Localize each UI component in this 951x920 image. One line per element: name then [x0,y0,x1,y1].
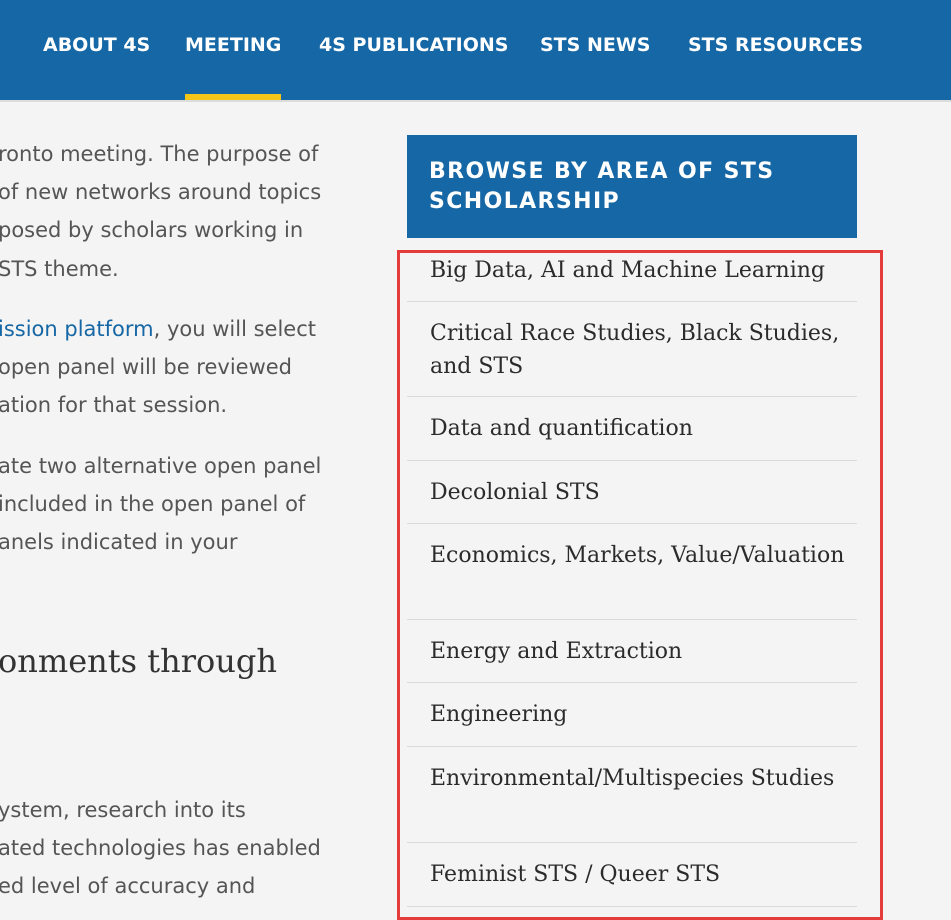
nav-4s-publications[interactable]: 4S PUBLICATIONS [319,0,508,100]
paragraph-line: included in the open panel of [0,492,306,516]
category-item-decolonial-sts[interactable]: Decolonial STS [407,461,857,524]
category-item-feminist-queer-sts[interactable]: Feminist STS / Queer STS [407,843,857,907]
top-navigation: ABOUT 4S MEETING 4S PUBLICATIONS STS NEW… [0,0,951,102]
category-item-big-data-ai[interactable]: Big Data, AI and Machine Learning [407,253,857,302]
paragraph-line: ate two alternative open panel [0,454,322,478]
section-heading: onments through [0,642,277,680]
category-item-energy-extraction[interactable]: Energy and Extraction [407,620,857,683]
paragraph-line: open panel will be reviewed [0,355,292,379]
nav-sts-news[interactable]: STS NEWS [540,0,650,100]
paragraph-line: ystem, research into its [0,798,246,822]
paragraph-line: ed level of accuracy and [0,874,256,898]
category-item-data-quantification[interactable]: Data and quantification [407,397,857,461]
nav-meeting[interactable]: MEETING [185,0,282,100]
paragraph-text: , you will select [153,317,316,341]
category-item-environmental-multispecies[interactable]: Environmental/Multispecies Studies [407,747,857,843]
category-item-economics-markets[interactable]: Economics, Markets, Value/Valuation [407,524,857,620]
paragraph-line: ation for that session. [0,393,228,417]
paragraph-line: posed by scholars working in [0,218,304,242]
submission-platform-link[interactable]: ission platform [0,317,154,341]
sidebar-title: BROWSE BY AREA OF STS SCHOLARSHIP [429,159,775,214]
paragraph-line: STS theme. [0,257,119,281]
category-item-engineering[interactable]: Engineering [407,683,857,747]
paragraph-line: of new networks around topics [0,180,322,204]
paragraph-line: ronto meeting. The purpose of [0,142,319,166]
paragraph-line: ission platform, you will select [0,317,316,341]
paragraph-line: anels indicated in your [0,530,238,554]
category-item-critical-race-studies[interactable]: Critical Race Studies, Black Studies, an… [407,302,857,397]
paragraph-line: ated technologies has enabled [0,836,321,860]
nav-about-4s[interactable]: ABOUT 4S [43,0,150,100]
nav-sts-resources[interactable]: STS RESOURCES [688,0,863,100]
sidebar-header: BROWSE BY AREA OF STS SCHOLARSHIP [407,135,857,238]
